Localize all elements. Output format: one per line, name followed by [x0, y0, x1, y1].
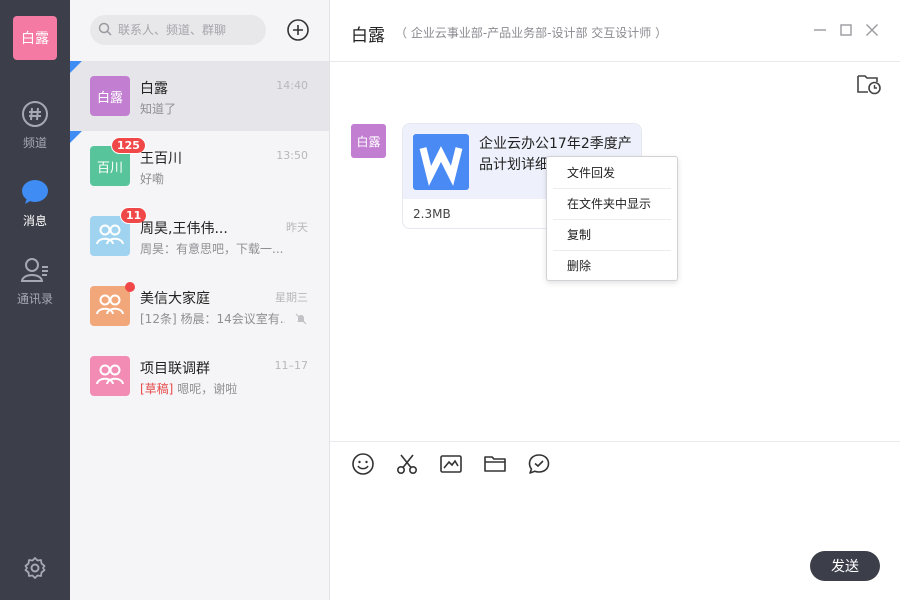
nav-contacts[interactable]: 通讯录: [0, 256, 70, 316]
nav-channels[interactable]: 频道: [0, 100, 70, 160]
close-icon[interactable]: [864, 22, 880, 38]
nav-channels-label: 频道: [22, 136, 47, 150]
menu-item-copy[interactable]: 复制: [553, 220, 671, 251]
conversation-item[interactable]: 百川 125 王百川 13:50 好嘞: [70, 131, 329, 201]
conversation-name: 白露: [140, 81, 168, 97]
conversation-item[interactable]: 11 周昊,王伟伟... 昨天 周昊：有意思吧，下载一...: [70, 201, 329, 271]
search-box[interactable]: [90, 15, 266, 45]
conversation-name: 周昊,王伟伟...: [140, 221, 228, 237]
chat-panel: 白露 （ 企业云事业部-产品业务部-设计部 交互设计师 ） 白露 企业云办公17…: [330, 0, 900, 600]
conversation-time: 11–17: [274, 359, 309, 372]
sender-avatar[interactable]: 白露: [351, 124, 386, 158]
conversation-list: 白露 白露 14:40 知道了 百川 125 王百川 13:50 好嘞 11 周…: [70, 0, 330, 600]
search-icon: [98, 21, 112, 40]
contacts-icon: [20, 256, 50, 290]
unread-dot: [125, 282, 135, 292]
chat-subtitle: （ 企业云事业部-产品业务部-设计部 交互设计师 ）: [395, 26, 668, 40]
menu-item-show-in-folder[interactable]: 在文件夹中显示: [553, 189, 671, 220]
group-icon: [95, 222, 125, 250]
scissors-icon[interactable]: [395, 452, 419, 476]
menu-item-delete[interactable]: 删除: [553, 251, 671, 282]
pin-marker: [70, 131, 82, 143]
file-size: 2.3MB: [413, 207, 451, 221]
chat-header: 白露 （ 企业云事业部-产品业务部-设计部 交互设计师 ）: [330, 0, 900, 62]
conversation-snippet: 好嘞: [140, 172, 165, 186]
context-menu: 文件回发 在文件夹中显示 复制 删除: [546, 156, 678, 281]
maximize-icon[interactable]: [838, 22, 854, 38]
conversation-snippet: [12条] 杨晨：14会议室有...: [140, 312, 285, 326]
conversation-snippet: 周昊：有意思吧，下载一...: [140, 242, 284, 256]
conversation-name: 项目联调群: [140, 361, 210, 377]
my-avatar[interactable]: 白露: [13, 16, 57, 60]
avatar: [90, 356, 130, 396]
group-icon: [95, 362, 125, 390]
folder-icon[interactable]: [483, 452, 507, 476]
send-button[interactable]: 发送: [810, 551, 880, 581]
conversation-item[interactable]: 白露 白露 14:40 知道了: [70, 61, 329, 131]
gear-icon[interactable]: [23, 556, 47, 580]
chat-check-icon[interactable]: [527, 452, 551, 476]
nav-messages[interactable]: 消息: [0, 178, 70, 238]
chat-bubble-icon: [20, 178, 50, 212]
menu-item-resend-file[interactable]: 文件回发: [553, 158, 671, 189]
search-input[interactable]: [118, 23, 258, 37]
conversation-time: 星期三: [275, 291, 308, 304]
image-icon[interactable]: [439, 452, 463, 476]
conversation-item[interactable]: 项目联调群 11–17 [草稿] 嗯呢，谢啦: [70, 341, 329, 411]
conversation-time: 14:40: [276, 79, 308, 92]
conversation-name: 美信大家庭: [140, 291, 210, 307]
conversation-time: 13:50: [276, 149, 308, 162]
pin-marker: [70, 61, 82, 73]
conversation-item[interactable]: 美信大家庭 星期三 [12条] 杨晨：14会议室有...: [70, 271, 329, 341]
mute-bell-icon: [295, 310, 307, 325]
chat-title: 白露: [351, 26, 385, 46]
avatar: [90, 286, 130, 326]
nav-contacts-label: 通讯录: [16, 292, 53, 306]
conversation-time: 昨天: [286, 221, 308, 234]
nav-messages-label: 消息: [22, 214, 47, 228]
conversation-snippet: 知道了: [140, 102, 177, 116]
add-icon[interactable]: [286, 18, 310, 42]
draft-text: 嗯呢，谢啦: [177, 382, 238, 396]
hash-icon: [21, 100, 49, 134]
avatar: 白露: [90, 76, 130, 116]
minimize-icon[interactable]: [812, 22, 828, 38]
draft-tag: [草稿]: [140, 382, 174, 396]
conversation-name: 王百川: [140, 151, 182, 167]
folder-history-icon[interactable]: [856, 72, 882, 96]
conversation-snippet: [草稿] 嗯呢，谢啦: [140, 380, 290, 397]
emoji-icon[interactable]: [351, 452, 375, 476]
word-file-icon: [413, 134, 469, 190]
group-icon: [95, 292, 125, 320]
message-input-area[interactable]: 发送: [330, 441, 900, 600]
nav-rail: 白露 频道 消息 通讯录: [0, 0, 70, 600]
